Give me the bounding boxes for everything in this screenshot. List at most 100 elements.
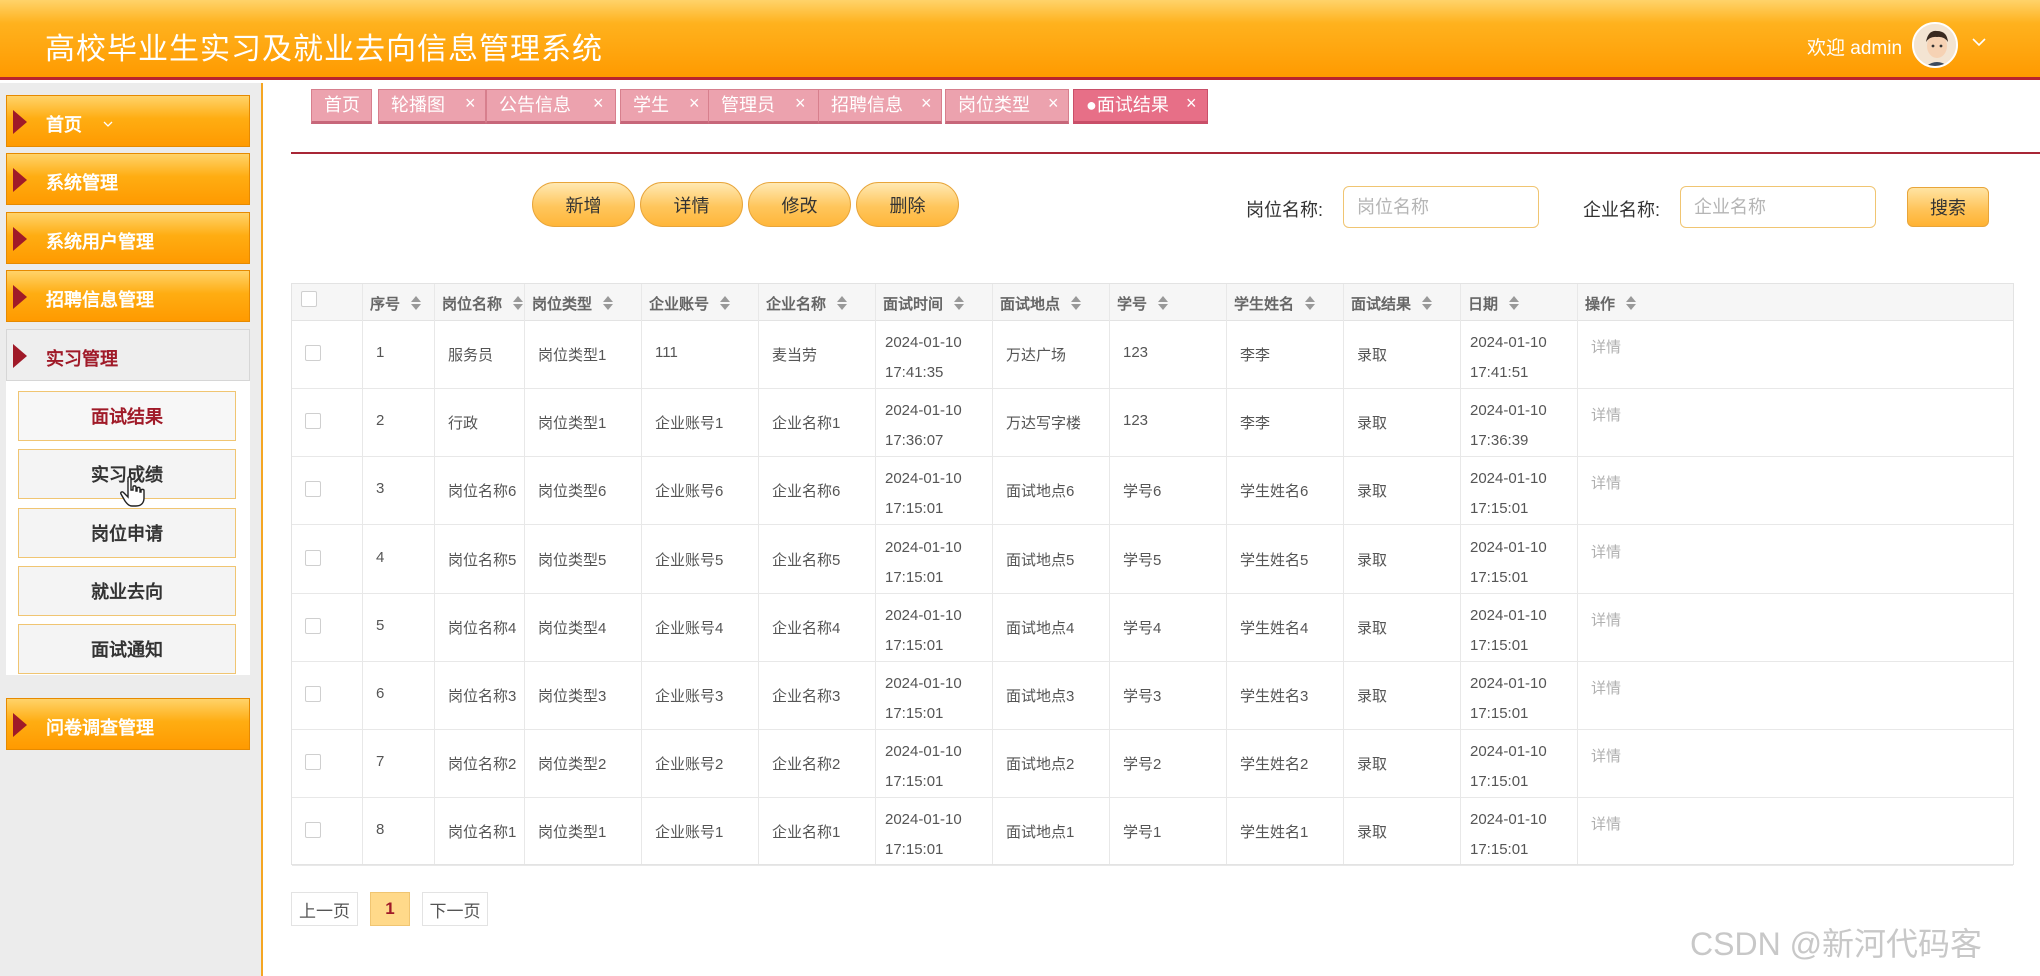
sort-icon[interactable] <box>719 294 731 312</box>
close-icon[interactable]: × <box>593 88 604 118</box>
sort-icon[interactable] <box>602 294 614 312</box>
menu-arrow-icon <box>13 168 27 192</box>
table-cell: 面试地点2 <box>1006 756 1075 774</box>
sort-icon[interactable] <box>512 294 524 312</box>
row-detail-link[interactable]: 详情 <box>1591 401 1621 431</box>
sidebar-item-label: 首页 <box>46 115 82 135</box>
submenu-item-interview-notice[interactable]: 面试通知 <box>18 624 236 674</box>
column-header[interactable]: 学号 <box>1117 293 1147 314</box>
user-avatar-icon[interactable] <box>1912 22 1958 68</box>
column-header[interactable]: 操作 <box>1585 293 1615 314</box>
tab-students[interactable]: 学生 × <box>620 89 711 124</box>
sort-icon[interactable] <box>1304 294 1316 312</box>
table-cell: 录取 <box>1357 347 1388 364</box>
interview-time-cell: 2024-01-10 17:15:01 <box>885 533 962 593</box>
sort-icon[interactable] <box>1508 294 1520 312</box>
interview-time-cell: 2024-01-10 17:15:01 <box>885 805 962 865</box>
column-divider <box>362 284 363 864</box>
close-icon[interactable]: × <box>1048 88 1059 118</box>
job-name-input[interactable] <box>1343 186 1539 228</box>
row-detail-link[interactable]: 详情 <box>1591 810 1621 840</box>
company-name-input[interactable] <box>1680 186 1876 228</box>
sidebar-item-users[interactable]: 系统用户管理 <box>6 212 250 264</box>
table-cell: 学号1 <box>1123 824 1162 842</box>
sort-icon[interactable] <box>410 294 422 312</box>
row-detail-link[interactable]: 详情 <box>1591 538 1621 568</box>
column-divider <box>992 284 993 864</box>
tab-announcements[interactable]: 公告信息 × <box>486 89 616 124</box>
row-checkbox[interactable] <box>305 686 321 702</box>
column-header[interactable]: 学生姓名 <box>1234 293 1294 314</box>
add-button[interactable]: 新增 <box>532 182 635 227</box>
tab-interview-results[interactable]: ●面试结果 × <box>1073 89 1208 124</box>
sidebar-item-recruitment[interactable]: 招聘信息管理 <box>6 270 250 322</box>
row-checkbox[interactable] <box>305 617 321 634</box>
table-cell: 岗位名称3 <box>448 688 517 705</box>
column-header[interactable]: 面试地点 <box>1000 293 1060 314</box>
sort-icon[interactable] <box>1625 294 1637 312</box>
sort-icon[interactable] <box>1421 294 1433 312</box>
column-header[interactable]: 序号 <box>370 293 400 314</box>
prev-page-button[interactable]: 上一页 <box>291 892 358 926</box>
row-detail-link[interactable]: 详情 <box>1591 674 1621 704</box>
submenu-item-job-applications[interactable]: 岗位申请 <box>18 508 236 558</box>
column-header[interactable]: 日期 <box>1468 293 1498 314</box>
row-checkbox[interactable] <box>305 754 321 771</box>
sidebar-item-survey[interactable]: 问卷调查管理 <box>6 698 250 750</box>
close-icon[interactable]: × <box>1186 88 1197 118</box>
tab-job-types[interactable]: 岗位类型 × <box>945 89 1069 124</box>
row-checkbox[interactable] <box>305 481 321 498</box>
row-checkbox[interactable] <box>305 413 321 430</box>
sort-icon[interactable] <box>1070 294 1082 312</box>
table-cell: 服务员 <box>448 347 494 364</box>
close-icon[interactable]: × <box>795 88 806 118</box>
date-cell: 2024-01-10 17:41:51 <box>1470 328 1547 388</box>
sidebar-item-system[interactable]: 系统管理 <box>6 153 250 205</box>
table-cell: 企业账号5 <box>655 551 724 569</box>
close-icon[interactable]: × <box>465 88 476 118</box>
row-detail-link[interactable]: 详情 <box>1591 606 1621 636</box>
row-checkbox[interactable] <box>305 549 321 566</box>
table-cell: 录取 <box>1357 483 1388 501</box>
submenu-item-employment-destination[interactable]: 就业去向 <box>18 566 236 616</box>
sidebar-item-home[interactable]: 首页 <box>6 95 250 147</box>
column-header[interactable]: 岗位名称 <box>442 293 502 314</box>
page-1-button[interactable]: 1 <box>370 892 410 926</box>
column-header[interactable]: 岗位类型 <box>532 293 592 314</box>
detail-button[interactable]: 详情 <box>640 182 743 227</box>
menu-arrow-icon <box>13 344 27 368</box>
row-checkbox[interactable] <box>305 345 321 361</box>
sort-icon[interactable] <box>836 294 848 312</box>
next-page-button[interactable]: 下一页 <box>422 892 488 926</box>
sidebar-item-internship[interactable]: 实习管理 <box>6 329 250 381</box>
row-checkbox[interactable] <box>305 822 321 839</box>
tab-home[interactable]: 首页 <box>311 89 372 124</box>
tab-recruitment[interactable]: 招聘信息 × <box>818 89 942 124</box>
column-header[interactable]: 企业账号 <box>649 293 709 314</box>
search-button[interactable]: 搜索 <box>1907 187 1989 227</box>
column-divider <box>875 284 876 864</box>
column-header[interactable]: 企业名称 <box>766 293 826 314</box>
row-detail-link[interactable]: 详情 <box>1591 469 1621 499</box>
submenu-item-interview-results[interactable]: 面试结果 <box>18 391 236 441</box>
delete-button[interactable]: 删除 <box>856 182 959 227</box>
edit-button[interactable]: 修改 <box>748 182 851 227</box>
close-icon[interactable]: × <box>689 88 700 118</box>
tab-admins[interactable]: 管理员 × <box>708 89 821 124</box>
row-detail-link[interactable]: 详情 <box>1591 742 1621 772</box>
cell-date-text: 2024-01-10 <box>885 743 962 761</box>
column-header[interactable]: 面试结果 <box>1351 293 1411 314</box>
table-cell: 录取 <box>1357 688 1388 705</box>
interview-time-cell: 2024-01-10 17:15:01 <box>885 669 962 729</box>
row-detail-link[interactable]: 详情 <box>1591 333 1621 363</box>
chevron-down-icon[interactable] <box>1970 35 1988 49</box>
select-all-checkbox[interactable] <box>301 291 317 307</box>
table-cell: 4 <box>376 548 385 566</box>
sort-icon[interactable] <box>953 294 965 312</box>
close-icon[interactable]: × <box>921 88 932 118</box>
cell-time-text: 17:15:01 <box>1470 705 1529 722</box>
cell-time-text: 17:15:01 <box>1470 773 1529 791</box>
sort-icon[interactable] <box>1157 294 1169 312</box>
tab-carousel[interactable]: 轮播图 × <box>378 89 486 124</box>
column-header[interactable]: 面试时间 <box>883 293 943 314</box>
